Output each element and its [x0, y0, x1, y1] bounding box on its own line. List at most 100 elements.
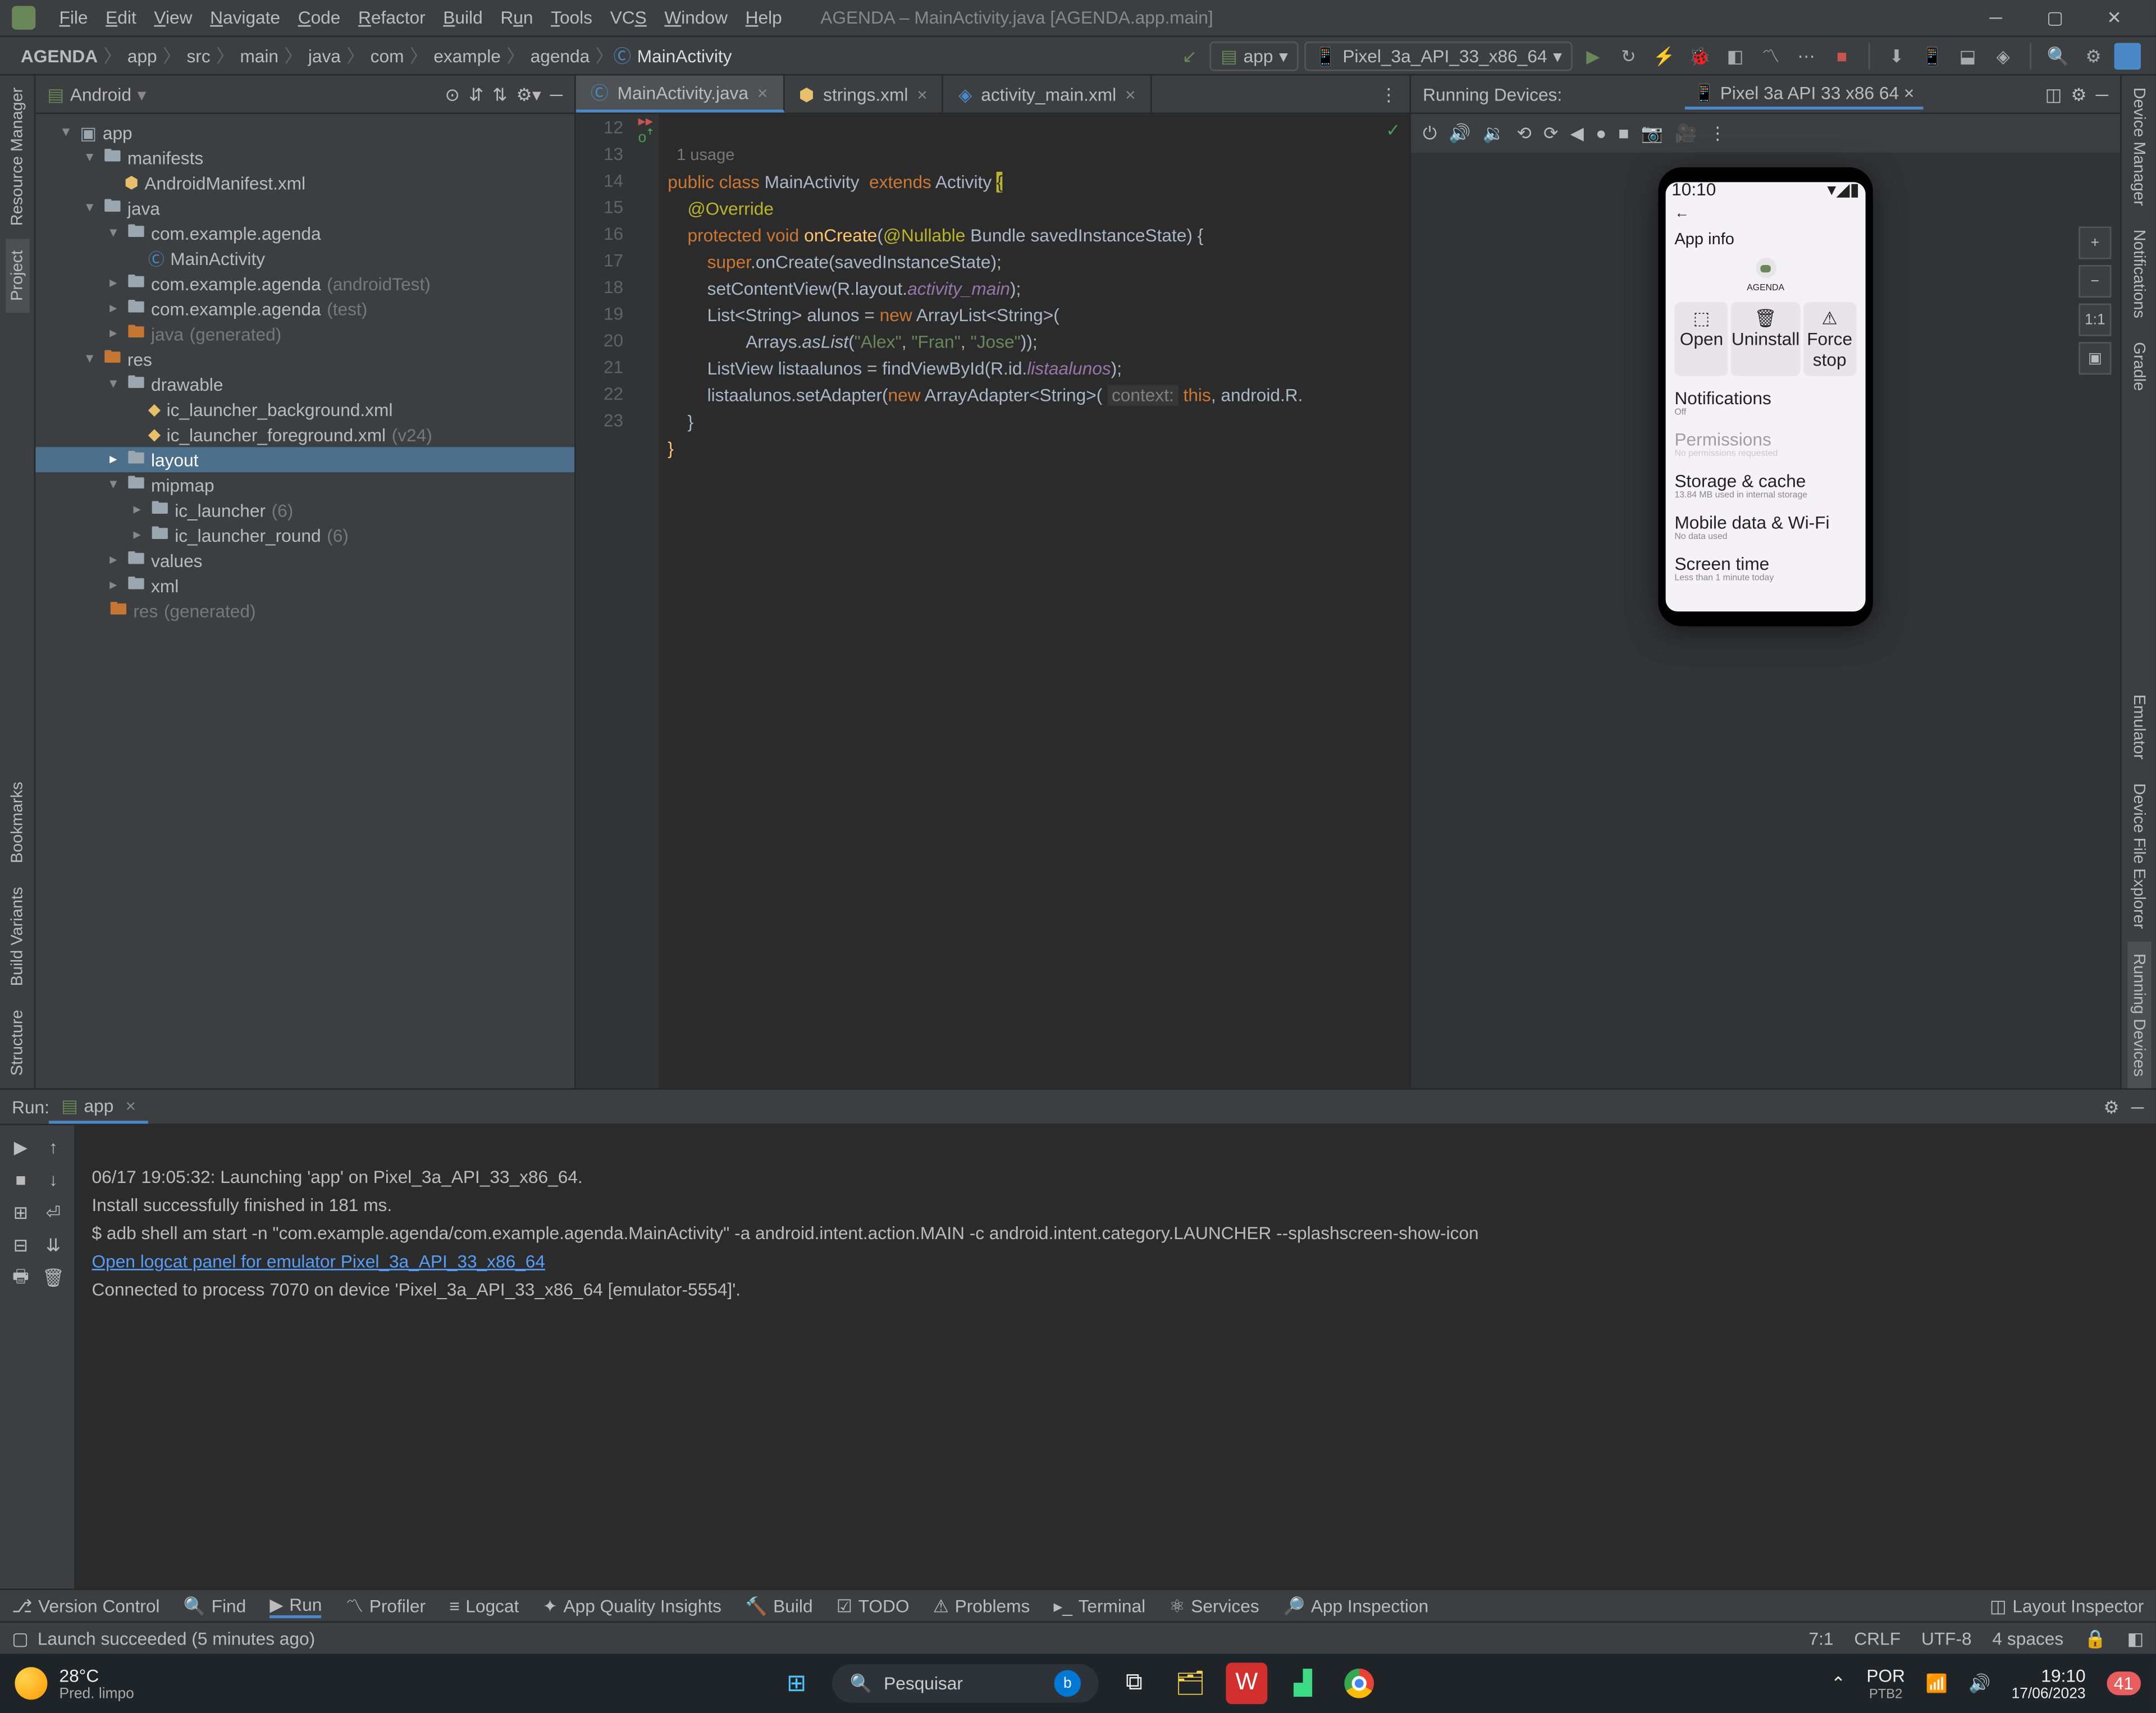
device-tab[interactable]: 📱 Pixel 3a API 33 x86 64 × [1684, 79, 1924, 109]
task-view-icon[interactable]: ⧉ [1113, 1662, 1155, 1704]
menu-window[interactable]: Window [656, 7, 737, 28]
tray-chevron-icon[interactable]: ⌃ [1831, 1673, 1846, 1694]
menu-help[interactable]: Help [737, 7, 791, 28]
select-opened-icon[interactable]: ⊙ [445, 84, 460, 104]
new-window-icon[interactable]: ◫ [2045, 84, 2062, 104]
encoding[interactable]: UTF-8 [1921, 1628, 1972, 1648]
search-everywhere-icon[interactable]: 🔍 [2043, 41, 2073, 71]
debug-icon[interactable]: 🐞 [1685, 41, 1715, 71]
close-icon[interactable]: × [1125, 84, 1136, 104]
build-tab[interactable]: 🔨 Build [745, 1595, 812, 1616]
resource-icon[interactable]: ◈ [1988, 41, 2018, 71]
clear-icon[interactable]: 🗑 [40, 1264, 66, 1291]
rotate-right-icon[interactable]: ⟳ [1543, 123, 1559, 144]
coverage-icon[interactable]: ◧ [1720, 41, 1750, 71]
wps-icon[interactable]: W [1226, 1662, 1267, 1704]
open-button[interactable]: ⬚Open [1674, 302, 1728, 376]
gear-icon[interactable]: ⚙ [2071, 84, 2086, 104]
record-icon[interactable]: 🎥 [1675, 123, 1697, 144]
notifications-tab[interactable]: Notifications [2127, 218, 2150, 330]
line-ending[interactable]: CRLF [1854, 1628, 1901, 1648]
print-icon[interactable]: 🖶 [7, 1264, 34, 1291]
project-view-selector[interactable]: Android [70, 84, 131, 104]
breadcrumb[interactable]: java [302, 45, 346, 66]
down-icon[interactable]: ↓ [40, 1167, 66, 1193]
start-button[interactable]: ⊞ [776, 1662, 817, 1704]
git-update-icon[interactable]: ⬇ [1882, 41, 1912, 71]
zoom-fit-icon[interactable]: ▣ [2079, 342, 2111, 374]
power-icon[interactable]: ⏻ [1423, 122, 1437, 145]
notification-badge[interactable]: 41 [2107, 1671, 2141, 1695]
layout-inspector-tab[interactable]: ◫ Layout Inspector [1990, 1595, 2144, 1616]
phone-back-icon[interactable]: ← [1674, 206, 1856, 222]
device-manager-tab[interactable]: Device Manager [2127, 75, 2150, 217]
emulator-tab[interactable]: Emulator [2127, 683, 2150, 772]
project-tab[interactable]: Project [5, 237, 29, 312]
breadcrumb[interactable]: src [181, 45, 216, 66]
zoom-in-icon[interactable]: + [2079, 226, 2111, 259]
breadcrumb[interactable]: example [428, 45, 507, 66]
file-explorer-icon[interactable]: 🗂 [1170, 1662, 1211, 1704]
hide-emulator-icon[interactable]: ─ [2096, 84, 2108, 104]
project-tree[interactable]: ▾▣app ▾🖿manifests ⬢AndroidManifest.xml ▾… [35, 114, 574, 1088]
breadcrumb[interactable]: MainActivity [631, 45, 738, 66]
device-dropdown[interactable]: 📱Pixel_3a_API_33_x86_64 ▾ [1304, 41, 1573, 71]
stop-icon[interactable]: ■ [1827, 41, 1857, 71]
structure-tab[interactable]: Structure [5, 998, 29, 1088]
more-icon[interactable]: ⋮ [1709, 123, 1727, 144]
breadcrumb[interactable]: agenda [524, 45, 596, 66]
menu-edit[interactable]: Edit [97, 7, 145, 28]
run-button-icon[interactable]: ▶ [1578, 41, 1608, 71]
problems-tab[interactable]: ⚠ Problems [933, 1595, 1030, 1616]
menu-run[interactable]: Run [492, 7, 542, 28]
menu-tools[interactable]: Tools [542, 7, 601, 28]
menu-view[interactable]: View [145, 7, 202, 28]
run-tab-app[interactable]: ▤app× [49, 1090, 148, 1124]
memory-icon[interactable]: ◧ [2127, 1628, 2144, 1648]
scroll-icon[interactable]: ⇊ [40, 1232, 66, 1258]
settings-gear-icon[interactable]: ⚙▾ [517, 84, 541, 104]
menu-build[interactable]: Build [434, 7, 491, 28]
filter-icon[interactable]: ⊟ [7, 1232, 34, 1258]
expand-all-icon[interactable]: ⇵ [469, 84, 484, 104]
force-stop-button[interactable]: ⚠Force stop [1803, 302, 1857, 376]
uninstall-button[interactable]: 🗑Uninstall [1732, 302, 1799, 376]
tab-activity-main[interactable]: ◈activity_main.xml× [944, 75, 1152, 112]
todo-tab[interactable]: ☑ TODO [837, 1595, 910, 1616]
account-icon[interactable] [2114, 42, 2141, 68]
zoom-11-icon[interactable]: 1:1 [2079, 304, 2111, 336]
menu-file[interactable]: File [51, 7, 97, 28]
profiler-tab[interactable]: 〽 Profiler [346, 1593, 426, 1618]
console-output[interactable]: 06/17 19:05:32: Launching 'app' on Pixel… [74, 1125, 2156, 1588]
chrome-icon[interactable] [1339, 1662, 1380, 1704]
home-icon[interactable]: ● [1596, 123, 1606, 144]
android-studio-icon[interactable]: ▟ [1282, 1662, 1324, 1704]
maximize-button[interactable]: ▢ [2025, 0, 2084, 36]
version-control-tab[interactable]: ⎇ Version Control [12, 1595, 159, 1616]
logcat-tab[interactable]: ≡ Logcat [449, 1595, 519, 1616]
breadcrumb[interactable]: main [234, 45, 285, 66]
tabs-overflow-icon[interactable]: ⋮ [1368, 84, 1410, 104]
hide-panel-icon[interactable]: ─ [550, 84, 563, 104]
up-icon[interactable]: ↑ [40, 1134, 66, 1161]
minimize-button[interactable]: ─ [1966, 0, 2025, 36]
attach-debugger-icon[interactable]: ⋯ [1792, 41, 1821, 71]
inspection-ok-icon[interactable]: ✓ [1386, 120, 1401, 141]
code-editor[interactable]: 121314151617181920212223 ▸▸ oꜛ 1 usage p… [576, 114, 1410, 1088]
menu-vcs[interactable]: VCS [601, 7, 656, 28]
menu-navigate[interactable]: Navigate [201, 7, 289, 28]
taskbar-search[interactable]: 🔍Pesquisarb [832, 1664, 1099, 1703]
collapse-all-icon[interactable]: ⇅ [492, 84, 508, 104]
build-variants-tab[interactable]: Build Variants [5, 875, 29, 998]
sound-icon[interactable]: 🔊 [1968, 1673, 1990, 1694]
profile-icon[interactable]: 〽 [1756, 41, 1785, 71]
bookmarks-tab[interactable]: Bookmarks [5, 770, 29, 875]
breadcrumb[interactable]: com [364, 45, 410, 66]
zoom-out-icon[interactable]: − [2079, 265, 2111, 298]
run-tab[interactable]: ▶ Run [270, 1594, 322, 1618]
wifi-icon[interactable]: 📶 [1926, 1673, 1948, 1694]
rotate-left-icon[interactable]: ⟲ [1516, 123, 1532, 144]
screenshot-icon[interactable]: 📷 [1641, 123, 1662, 144]
find-tab[interactable]: 🔍 Find [184, 1595, 246, 1616]
readonly-lock-icon[interactable]: 🔒 [2084, 1628, 2106, 1648]
